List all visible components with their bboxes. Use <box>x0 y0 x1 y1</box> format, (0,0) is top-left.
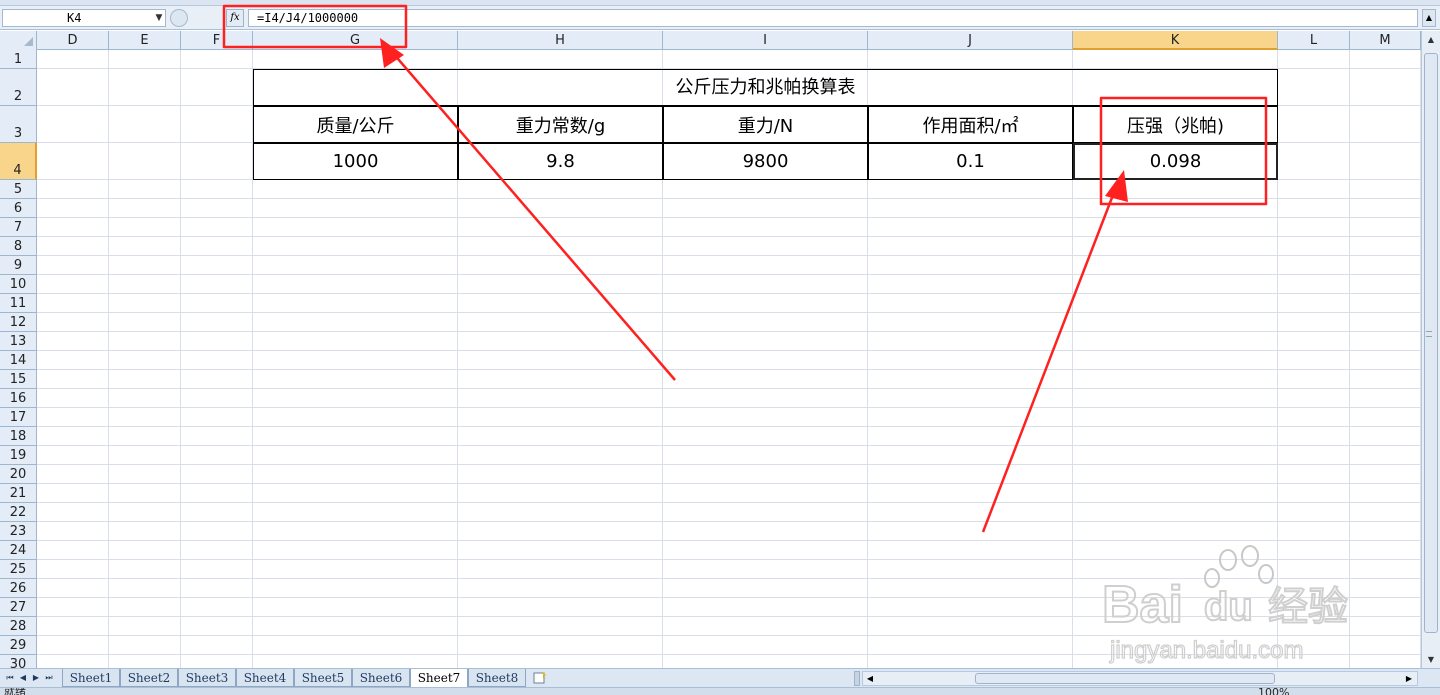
arrow-head-result <box>1105 170 1128 202</box>
arrow-to-result <box>981 181 1120 533</box>
annotation-layer <box>222 4 1268 533</box>
arrow-to-formula <box>391 51 676 381</box>
formula-highlight-box <box>222 4 408 49</box>
